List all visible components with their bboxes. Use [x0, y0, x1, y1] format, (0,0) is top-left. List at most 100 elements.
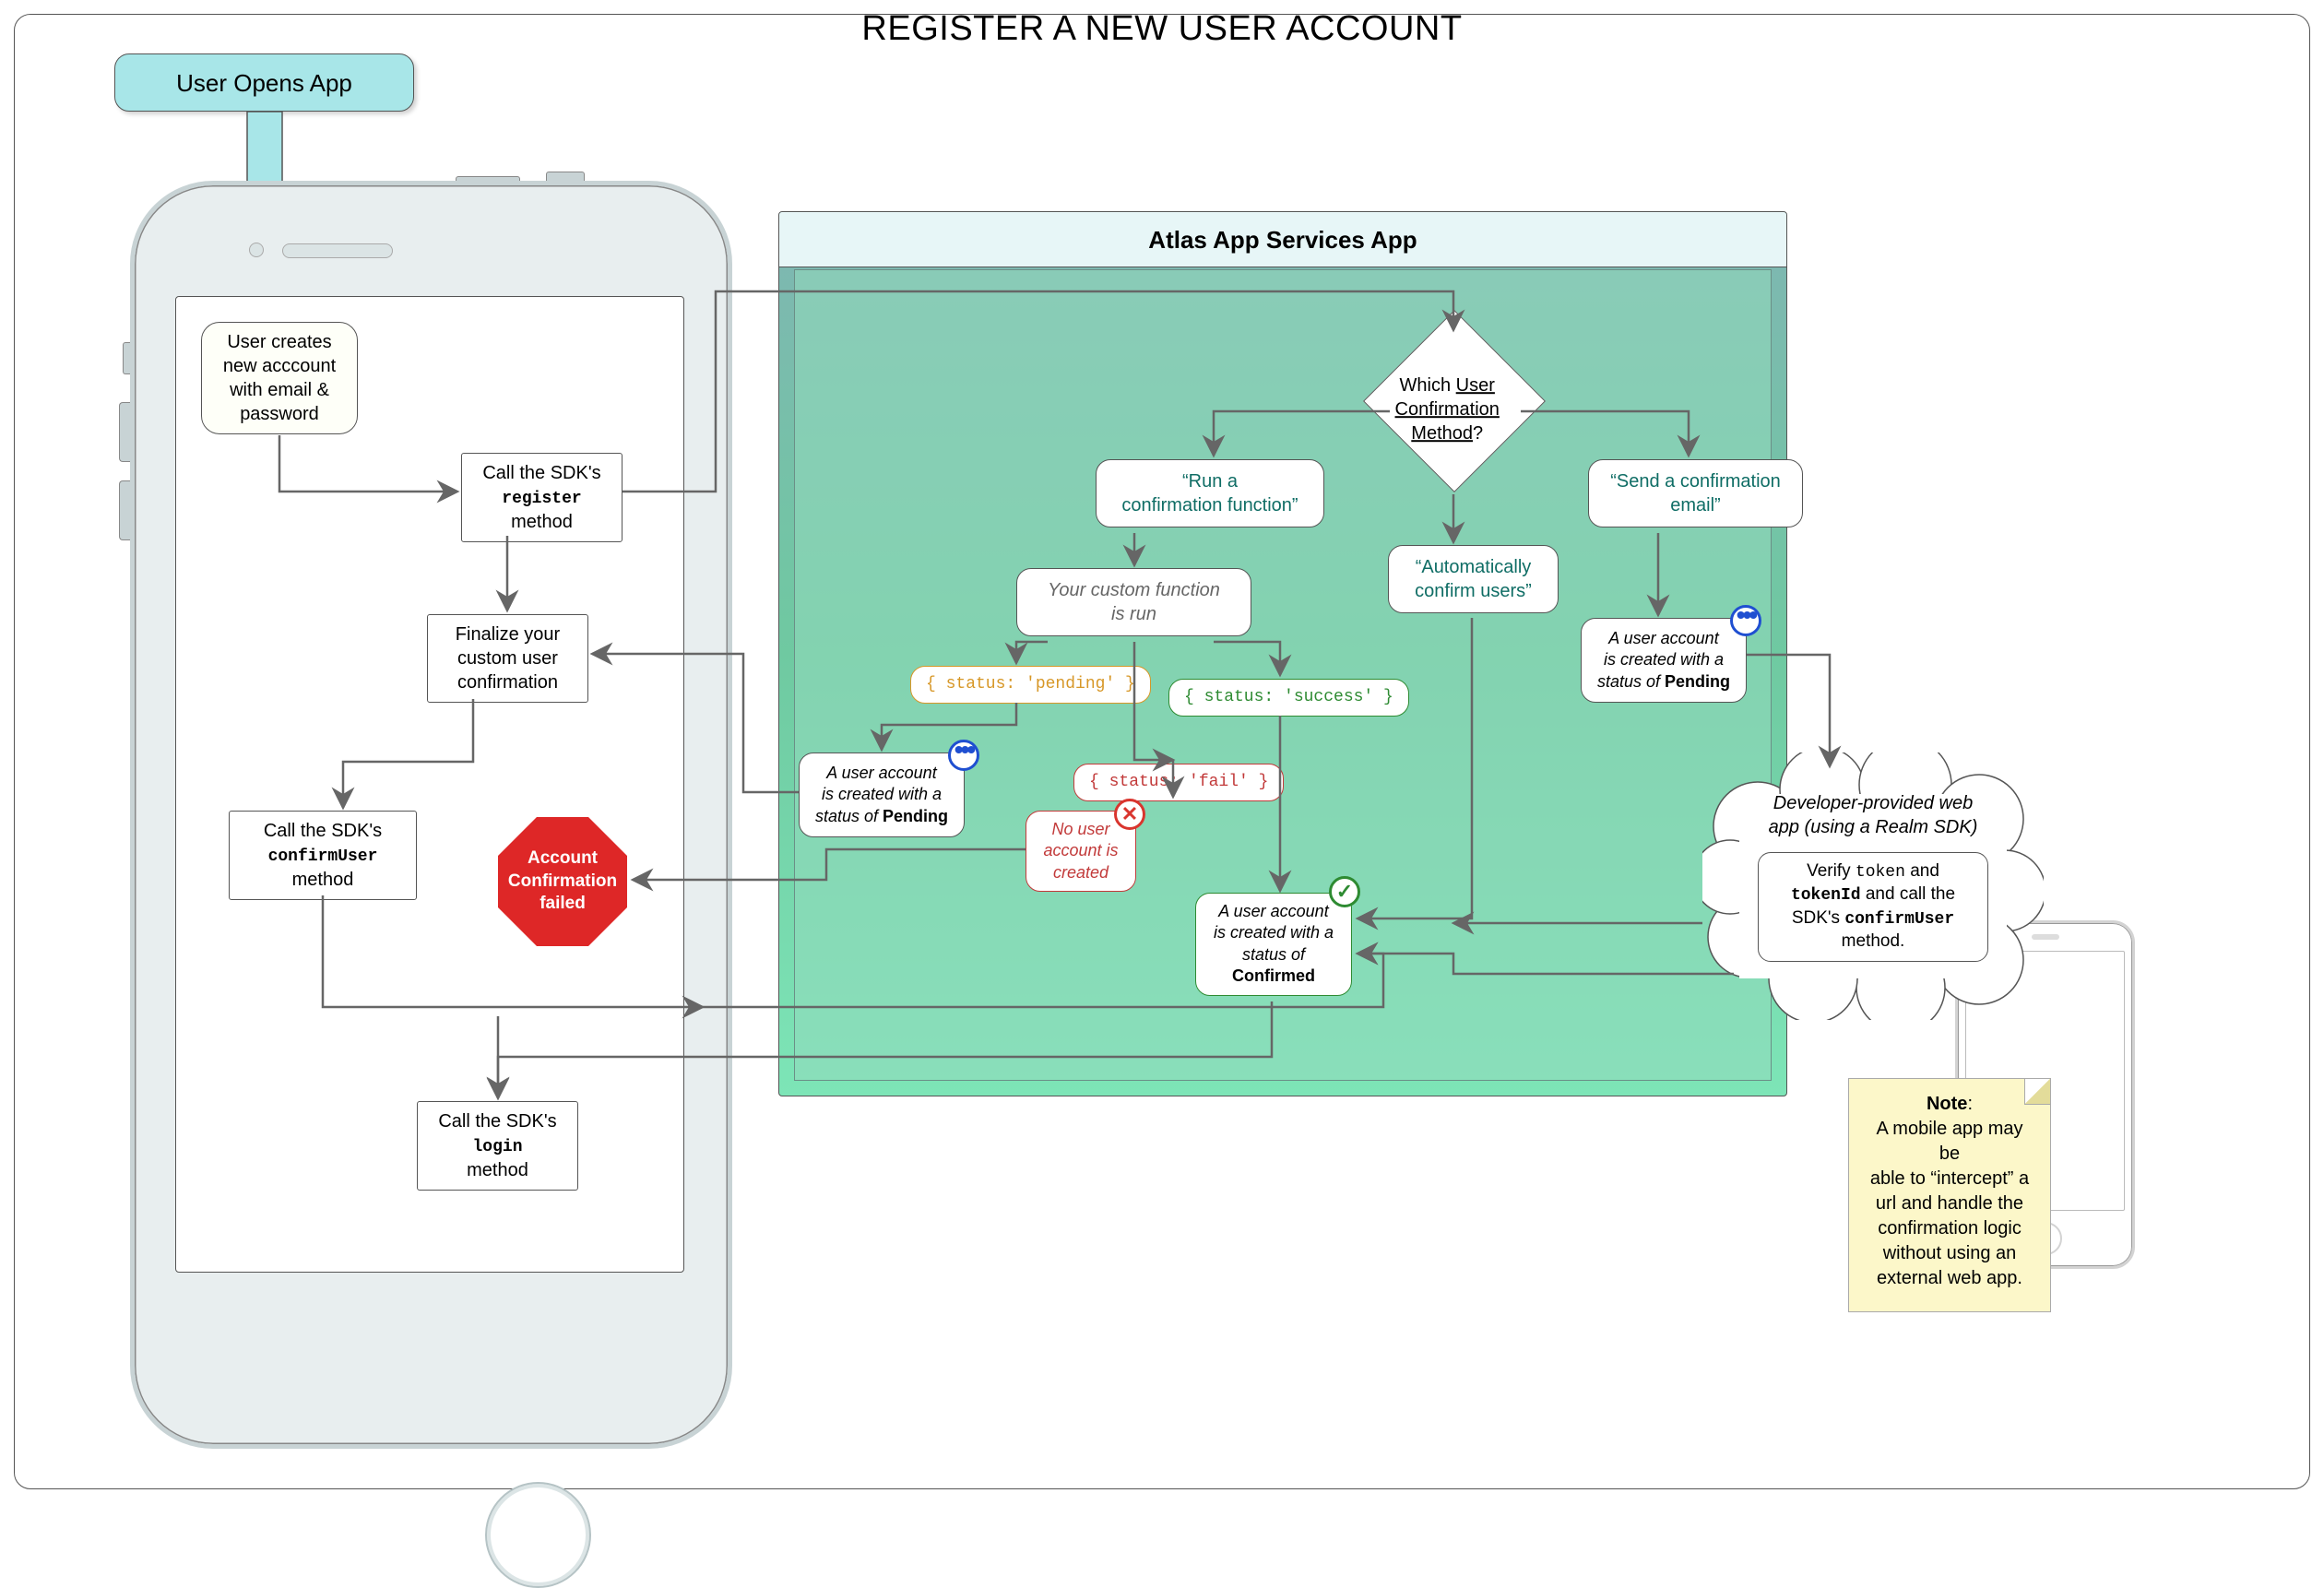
note-text: url and handle the: [1876, 1193, 2023, 1214]
page-title: REGISTER A NEW USER ACCOUNT: [15, 9, 2309, 49]
text: A user account: [1218, 902, 1328, 920]
text: status of: [815, 807, 883, 825]
text: app (using a Realm SDK): [1769, 817, 1978, 837]
branch-run-function: “Run a confirmation function”: [1096, 459, 1324, 527]
ellipsis-icon: •••: [1730, 605, 1761, 636]
step-text: User creates: [227, 332, 331, 352]
step-call-confirmuser: Call the SDK's confirmUser method: [229, 811, 417, 900]
branch-text: confirmation function”: [1121, 495, 1298, 516]
branch-text: email”: [1670, 495, 1720, 516]
step-text: Call the SDK's: [482, 463, 600, 483]
email-pending-box: A user account is created with a status …: [1581, 618, 1747, 703]
status-text: { status: 'fail' }: [1089, 773, 1268, 791]
decision-text: ?: [1473, 423, 1483, 444]
note-text: external web app.: [1877, 1268, 2022, 1288]
pending-bold: Pending: [883, 807, 948, 825]
note-sticky: Note: A mobile app may be able to “inter…: [1848, 1078, 2051, 1312]
status-pending-pill: { status: 'pending' }: [910, 666, 1151, 704]
phone-volume-up-button: [119, 402, 130, 462]
diagram-canvas: REGISTER A NEW USER ACCOUNT User Opens A…: [14, 14, 2310, 1489]
ellipsis-icon: •••: [948, 740, 979, 771]
custom-function-run: Your custom function is run: [1016, 568, 1251, 636]
status-success-pill: { status: 'success' }: [1168, 679, 1409, 717]
text: Developer-provided web: [1773, 793, 1973, 813]
text: is created with a: [822, 785, 942, 803]
check-icon: ✓: [1329, 876, 1360, 907]
cloud-inner-box: Verify token and tokenId and call the SD…: [1758, 852, 1988, 962]
note-text: without using an: [1883, 1243, 2017, 1263]
step-text: Finalize your: [456, 624, 560, 645]
text: is created with a: [1214, 923, 1334, 942]
text: method.: [1842, 931, 1905, 951]
branch-text: “Run a: [1182, 471, 1238, 492]
text: A user account: [826, 764, 936, 782]
note-fold-icon: [2024, 1079, 2050, 1105]
branch-send-email: “Send a confirmation email”: [1588, 459, 1803, 527]
text: status of: [1597, 672, 1665, 691]
status-text: { status: 'success' }: [1184, 688, 1393, 706]
status-text: { status: 'pending' }: [926, 675, 1135, 693]
code-register: register: [502, 490, 581, 508]
step-text: custom user: [457, 648, 558, 669]
step-text: Call the SDK's: [438, 1111, 556, 1132]
code-login: login: [472, 1138, 522, 1156]
pending-account-box: A user account is created with a status …: [799, 753, 965, 837]
start-label: User Opens App: [176, 69, 352, 97]
phone-silence-switch: [123, 342, 130, 374]
pending-bold: Pending: [1665, 672, 1730, 691]
step-text: with email &: [230, 380, 329, 400]
text: is created with a: [1604, 650, 1724, 669]
text: created: [1053, 863, 1109, 882]
phone-camera-icon: [249, 243, 264, 257]
step-call-register: Call the SDK's register method: [461, 453, 622, 542]
step-text: new acccount: [223, 356, 336, 376]
branch-text: confirm users”: [1415, 581, 1532, 601]
code-confirmuser: confirmUser: [1844, 910, 1954, 929]
fail-text: Confirmation: [508, 871, 617, 891]
phone-power-button: [546, 172, 585, 181]
text: Your custom function: [1048, 580, 1220, 600]
code-confirmuser: confirmUser: [268, 847, 378, 866]
code-tokenid: tokenId: [1791, 886, 1861, 905]
confirmed-bold: Confirmed: [1232, 966, 1315, 985]
note-text: able to “intercept” a: [1870, 1168, 2029, 1189]
text: and call the: [1861, 884, 1955, 904]
confirmed-account-box: A user account is created with a status …: [1195, 893, 1352, 996]
atlas-header: Atlas App Services App: [779, 212, 1786, 267]
fail-text: failed: [540, 894, 586, 913]
step-text: method: [292, 870, 354, 890]
close-icon: ✕: [1114, 799, 1145, 830]
branch-text: “Send a confirmation: [1610, 471, 1781, 492]
phone-speaker-icon: [282, 243, 393, 258]
branch-text: “Automatically: [1416, 557, 1532, 577]
text: status of: [1242, 945, 1305, 964]
phone-home-button: [485, 1482, 591, 1588]
text: and: [1905, 861, 1939, 881]
status-fail-pill: { status: 'fail' }: [1073, 764, 1284, 801]
step-text: confirmation: [457, 672, 558, 693]
note-heading: Note: [1927, 1094, 1967, 1114]
fail-text: Account: [528, 848, 598, 868]
fail-octagon: Account Confirmation failed: [498, 817, 627, 946]
text: Verify: [1807, 861, 1856, 881]
start-user-opens-app: User Opens App: [114, 53, 414, 112]
branch-auto-confirm: “Automatically confirm users”: [1388, 545, 1559, 613]
step-text: password: [240, 404, 319, 424]
cloud-title: Developer-provided web app (using a Real…: [1739, 791, 2007, 839]
step-finalize-confirmation: Finalize your custom user confirmation: [427, 614, 588, 703]
text: No user: [1051, 820, 1109, 838]
note-text: confirmation logic: [1878, 1218, 2022, 1238]
step-create-account: User creates new acccount with email & p…: [201, 322, 358, 434]
text: account is: [1043, 841, 1118, 859]
fail-octagon-body: Account Confirmation failed: [498, 817, 627, 946]
note-text: A mobile app may be: [1877, 1119, 2023, 1164]
code-token: token: [1856, 863, 1905, 882]
text: A user account: [1608, 629, 1718, 647]
step-call-login: Call the SDK's login method: [417, 1101, 578, 1191]
text: is run: [1111, 604, 1156, 624]
text: SDK's: [1792, 908, 1844, 928]
step-text: method: [467, 1160, 528, 1180]
decision-text: Which: [1400, 375, 1452, 396]
step-text: method: [511, 512, 573, 532]
phone-volume-down-button: [119, 480, 130, 540]
